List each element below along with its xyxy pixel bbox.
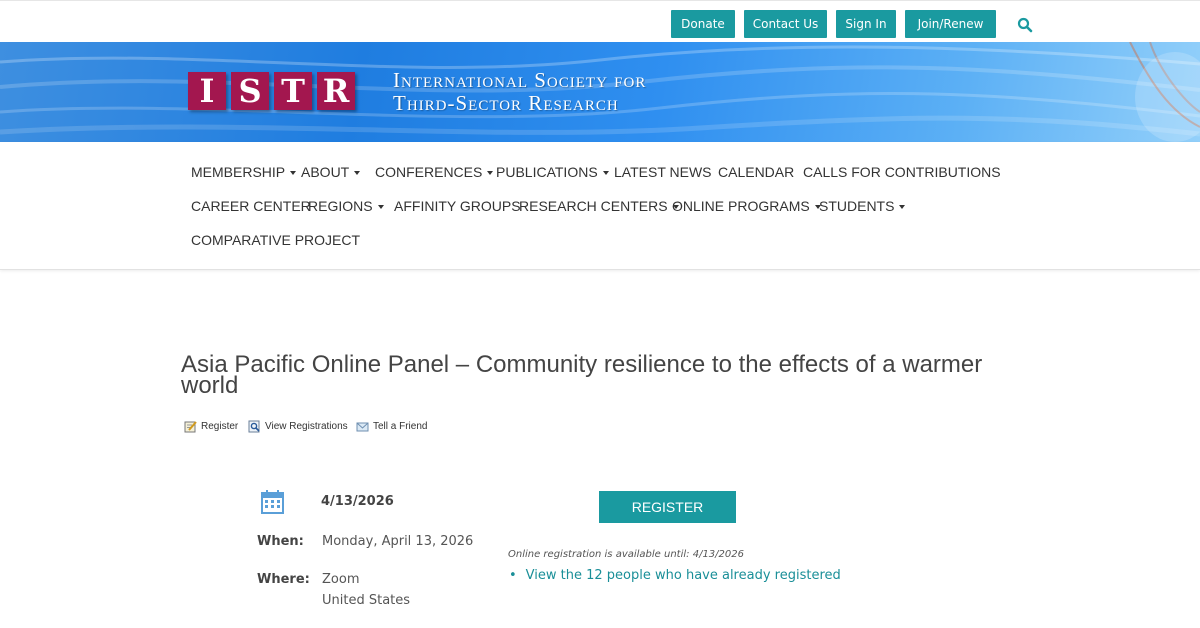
logo-line-2: Third-Sector Research — [393, 91, 619, 115]
registered-people-item: • View the 12 people who have already reg… — [509, 568, 841, 583]
logo-line-1: International Society for — [393, 68, 647, 92]
nav-label: ABOUT — [301, 164, 350, 180]
nav-label: COMPARATIVE PROJECT — [191, 232, 361, 248]
calendar-icon — [261, 490, 284, 514]
where-line-2: United States — [322, 593, 411, 608]
nav-label: LATEST NEWS — [614, 164, 712, 180]
view-registrations-link[interactable]: View Registrations — [248, 420, 348, 433]
register-button[interactable]: REGISTER — [599, 491, 736, 523]
nav-publications[interactable]: PUBLICATIONS — [496, 164, 609, 180]
where-line-1: Zoom — [322, 572, 360, 587]
search-icon[interactable] — [1017, 17, 1033, 33]
tell-a-friend-label: Tell a Friend — [373, 421, 428, 432]
event-title: Asia Pacific Online Panel – Community re… — [181, 351, 983, 399]
donate-button[interactable]: Donate — [671, 10, 735, 38]
nav-calendar[interactable]: CALENDAR — [718, 164, 794, 180]
nav-comparative-project[interactable]: COMPARATIVE PROJECT — [191, 232, 360, 248]
logo-wordmark[interactable]: International Society for Third-Sector R… — [393, 70, 646, 114]
tell-a-friend-link[interactable]: Tell a Friend — [356, 420, 427, 433]
istr-logo[interactable]: I S T R — [188, 72, 355, 110]
nav-label: CONFERENCES — [375, 164, 483, 180]
register-pencil-icon — [184, 421, 197, 433]
when-label: When: — [257, 534, 304, 549]
logo-letter: R — [317, 72, 355, 110]
nav-students[interactable]: STUDENTS — [819, 198, 906, 214]
logo-letter: T — [274, 72, 312, 110]
nav-label: REGIONS — [308, 198, 373, 214]
nav-regions[interactable]: REGIONS — [308, 198, 384, 214]
nav-about[interactable]: ABOUT — [301, 164, 361, 180]
magnifier-document-icon — [248, 420, 260, 433]
caret-down-icon — [899, 205, 906, 210]
nav-label: CAREER CENTER — [191, 198, 311, 214]
view-registrations-label: View Registrations — [265, 421, 348, 432]
nav-calls-for-contributions[interactable]: CALLS FOR CONTRIBUTIONS — [803, 164, 1001, 180]
join-renew-button[interactable]: Join/Renew — [905, 10, 996, 38]
nav-label: STUDENTS — [819, 198, 895, 214]
utility-bar: Donate Contact Us Sign In Join/Renew — [0, 0, 1200, 42]
sign-in-button[interactable]: Sign In — [836, 10, 896, 38]
bullet-icon: • — [509, 568, 517, 583]
caret-down-icon — [290, 171, 297, 176]
site-banner: I S T R International Society for Third-… — [0, 42, 1200, 142]
event-date-short: 4/13/2026 — [321, 494, 394, 509]
nav-online-programs[interactable]: ONLINE PROGRAMS — [672, 198, 821, 214]
nav-membership[interactable]: MEMBERSHIP — [191, 164, 297, 180]
nav-label: CALENDAR — [718, 164, 795, 180]
caret-down-icon — [377, 205, 384, 210]
logo-letter: S — [231, 72, 269, 110]
nav-career-center[interactable]: CAREER CENTER — [191, 198, 311, 214]
logo-letter: I — [188, 72, 226, 110]
view-registered-people-link[interactable]: View the 12 people who have already regi… — [526, 568, 841, 583]
nav-research-centers[interactable]: RESEARCH CENTERS — [519, 198, 679, 214]
register-link[interactable]: Register — [184, 420, 238, 433]
nav-label: ONLINE PROGRAMS — [672, 198, 810, 214]
registration-deadline-note: Online registration is available until: … — [508, 549, 744, 560]
nav-affinity-groups[interactable]: AFFINITY GROUPS — [394, 198, 521, 214]
nav-label: AFFINITY GROUPS — [394, 198, 521, 214]
nav-label: CALLS FOR CONTRIBUTIONS — [803, 164, 1001, 180]
contact-us-button[interactable]: Contact Us — [744, 10, 827, 38]
nav-label: RESEARCH CENTERS — [519, 198, 668, 214]
when-value: Monday, April 13, 2026 — [322, 534, 474, 549]
nav-conferences[interactable]: CONFERENCES — [375, 164, 494, 180]
main-navigation: MEMBERSHIP ABOUT CONFERENCES PUBLICATION… — [0, 142, 1200, 270]
where-label: Where: — [257, 572, 310, 587]
nav-label: PUBLICATIONS — [496, 164, 598, 180]
caret-down-icon — [487, 171, 494, 176]
caret-down-icon — [354, 171, 361, 176]
caret-down-icon — [602, 171, 609, 176]
nav-latest-news[interactable]: LATEST NEWS — [614, 164, 712, 180]
envelope-icon — [356, 422, 369, 432]
nav-label: MEMBERSHIP — [191, 164, 286, 180]
register-link-label: Register — [201, 421, 239, 432]
